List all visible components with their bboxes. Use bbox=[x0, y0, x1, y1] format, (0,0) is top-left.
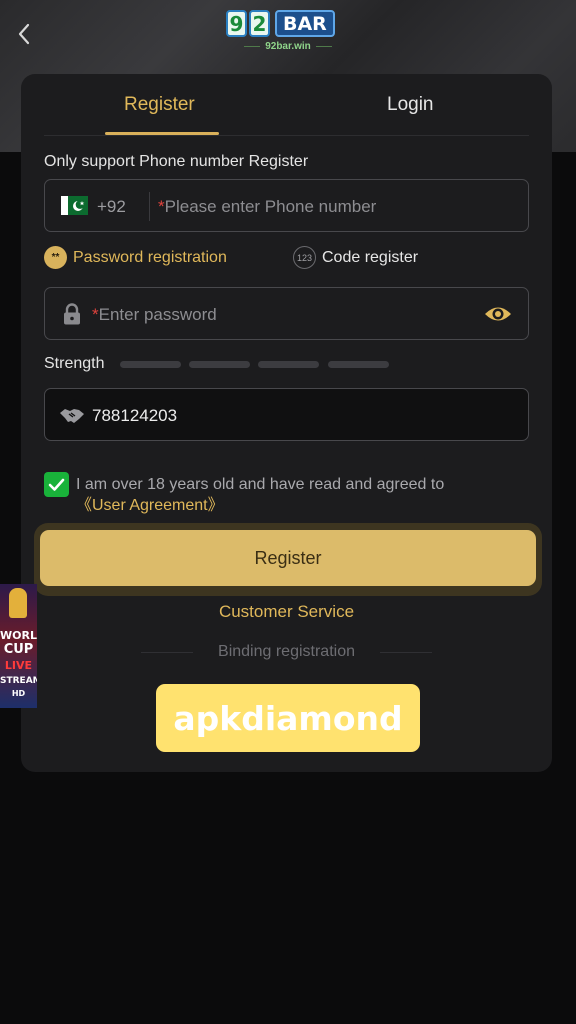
password-input[interactable]: *Enter password bbox=[92, 305, 217, 325]
app-logo: 9 2 BAR 92bar.win bbox=[226, 10, 350, 62]
phone-input[interactable]: *Please enter Phone number bbox=[158, 197, 376, 217]
pakistan-flag-icon[interactable] bbox=[61, 196, 88, 215]
eye-icon[interactable] bbox=[483, 302, 513, 326]
option-label: Code register bbox=[322, 248, 419, 266]
password-dots-icon: ** bbox=[44, 246, 67, 269]
required-mark: * bbox=[158, 197, 165, 216]
promo-line: STREAM bbox=[0, 676, 37, 686]
tab-register[interactable]: Register bbox=[124, 94, 195, 116]
promo-line: HD bbox=[11, 689, 26, 698]
password-placeholder: Enter password bbox=[98, 305, 217, 324]
binding-registration: Binding registration bbox=[141, 642, 432, 664]
required-mark: * bbox=[92, 305, 99, 324]
register-button[interactable]: Register bbox=[40, 530, 536, 586]
world-cup-promo-banner[interactable]: WORLD CUP LIVE STREAM HD bbox=[0, 584, 37, 708]
strength-label: Strength bbox=[44, 355, 105, 372]
strength-bar bbox=[120, 361, 181, 368]
auth-tabs: Register Login bbox=[44, 74, 529, 136]
active-tab-indicator bbox=[105, 132, 219, 135]
agreement-text: I am over 18 years old and have read and… bbox=[76, 474, 516, 516]
lock-icon bbox=[64, 303, 80, 325]
tab-login[interactable]: Login bbox=[387, 94, 434, 116]
handshake-icon bbox=[60, 409, 84, 423]
watermark: apkdiamond bbox=[156, 684, 420, 752]
password-field[interactable]: *Enter password bbox=[44, 287, 529, 340]
logo-subtitle: 92bar.win bbox=[265, 41, 311, 52]
support-note: Only support Phone number Register bbox=[44, 153, 309, 170]
option-label: Password registration bbox=[73, 248, 227, 266]
register-card: Register Login Only support Phone number… bbox=[21, 74, 552, 772]
agreement-statement: I am over 18 years old and have read and… bbox=[76, 476, 445, 493]
invite-code-field[interactable]: 788124203 bbox=[44, 388, 529, 441]
logo-word: BAR bbox=[275, 10, 335, 37]
invite-code-input[interactable]: 788124203 bbox=[92, 406, 177, 426]
binding-label: Binding registration bbox=[218, 643, 355, 660]
option-password-registration[interactable]: ** Password registration bbox=[44, 246, 227, 269]
back-button[interactable] bbox=[10, 20, 38, 48]
phone-placeholder: Please enter Phone number bbox=[164, 197, 377, 216]
strength-bar bbox=[328, 361, 389, 368]
registration-method: ** Password registration 123 Code regist… bbox=[44, 246, 529, 274]
field-divider bbox=[149, 192, 150, 221]
user-agreement-link[interactable]: 《User Agreement》 bbox=[76, 495, 516, 516]
promo-line: WORLD bbox=[0, 629, 37, 642]
promo-line: LIVE bbox=[4, 659, 33, 672]
promo-line: CUP bbox=[3, 642, 34, 657]
logo-digit: 2 bbox=[249, 10, 270, 37]
chevron-left-icon bbox=[18, 23, 30, 45]
check-icon bbox=[48, 478, 65, 491]
option-code-register[interactable]: 123 Code register bbox=[293, 246, 418, 269]
phone-field[interactable]: +92 *Please enter Phone number bbox=[44, 179, 529, 232]
strength-bar bbox=[189, 361, 250, 368]
agreement-checkbox[interactable] bbox=[44, 472, 69, 497]
strength-bar bbox=[258, 361, 319, 368]
numeric-code-icon: 123 bbox=[293, 246, 316, 269]
country-code[interactable]: +92 bbox=[97, 197, 126, 217]
trophy-icon bbox=[9, 588, 27, 618]
register-button-glow: Register bbox=[34, 523, 542, 596]
customer-service-link[interactable]: Customer Service bbox=[21, 602, 552, 622]
logo-digit: 9 bbox=[226, 10, 247, 37]
